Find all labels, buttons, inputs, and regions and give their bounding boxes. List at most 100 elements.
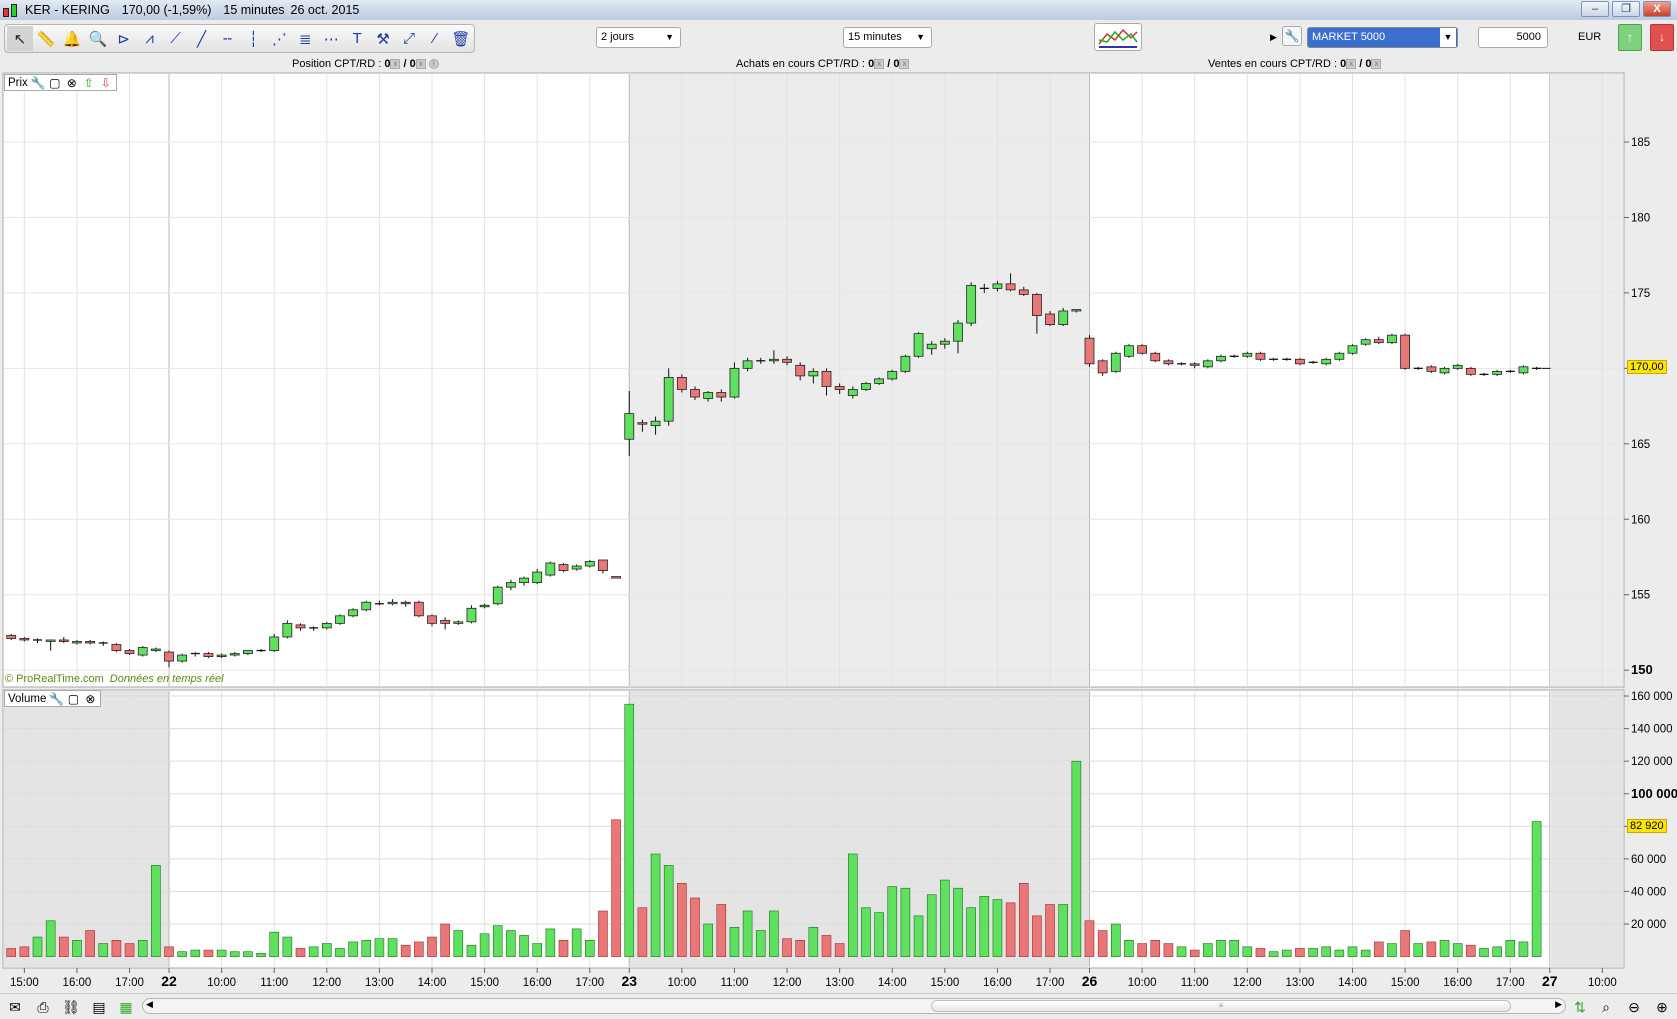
move-down-icon[interactable]: ⇩ (99, 76, 113, 90)
candle-up (874, 378, 884, 384)
print-icon[interactable]: ⎙ (33, 998, 53, 1016)
zoom-out-icon[interactable]: ⊖ (1624, 998, 1644, 1016)
candle-up (492, 586, 503, 605)
volume-bar (229, 951, 240, 957)
sell-orders-label: Ventes en cours CPT/RD : (1208, 58, 1337, 70)
mail-icon[interactable]: ✉ (5, 998, 25, 1016)
watermark: © ProRealTime.com Données en temps réel (5, 673, 224, 685)
time-axis-label: 14:00 (1338, 977, 1367, 989)
volume-bar (506, 930, 516, 957)
volume-bar (348, 941, 358, 957)
candle-up (532, 571, 543, 584)
tool-line-icon[interactable]: ╱ (189, 26, 215, 51)
tool-delete-icon[interactable]: 🗑 (448, 26, 474, 51)
autoscale-icon[interactable]: ⇅ (1570, 998, 1590, 1016)
time-axis-label: 14:00 (878, 977, 907, 989)
candle-down (400, 601, 411, 605)
candle-down (795, 364, 806, 377)
close-circle-icon[interactable]: ⊗ (83, 692, 97, 706)
volume-bar (953, 887, 963, 957)
chart-area[interactable]: 15:00 16:00 17:00 22 10:00 11:00 12:00 13:00 14:… (0, 0, 1677, 1019)
close-icon[interactable]: x (899, 59, 910, 70)
quantity-input[interactable]: 5000 (1478, 27, 1548, 48)
period-select[interactable]: 2 jours ▼ (596, 27, 681, 48)
tool-text-icon[interactable]: T (344, 26, 370, 51)
buy-button[interactable]: ↑ (1618, 24, 1642, 51)
volume-bar (1071, 760, 1082, 957)
zoom-fit-icon[interactable]: ⌕ (1596, 998, 1616, 1016)
scroll-left-icon[interactable]: ◀ (146, 999, 153, 1010)
volume-bar (650, 853, 661, 957)
tool-triangle-pattern-icon[interactable]: ⊳ (111, 26, 137, 51)
scrollbar-thumb[interactable]: ≡ (931, 1000, 1511, 1012)
tool-ruler-icon[interactable]: 📏 (33, 26, 59, 51)
candle-down (637, 422, 648, 425)
volume-bar (1005, 902, 1016, 957)
volume-bar (1032, 915, 1042, 957)
move-up-icon[interactable]: ⇧ (82, 76, 96, 90)
close-button[interactable]: X (1643, 1, 1671, 17)
volume-pane-header: Volume 🔧 ▢ ⊗ (4, 690, 102, 707)
tool-segment-icon[interactable]: ⟋ (163, 26, 189, 51)
close-icon[interactable]: x (874, 59, 885, 70)
time-axis-label: 13:00 (825, 977, 854, 989)
info-icon[interactable]: i (428, 59, 439, 70)
zoom-in-icon[interactable]: ⊕ (1652, 998, 1672, 1016)
volume-axis-label: 40 000 (1631, 886, 1666, 898)
close-icon[interactable]: x (1346, 59, 1357, 70)
save-icon[interactable]: ▤ (89, 998, 109, 1016)
candle-up (769, 358, 779, 362)
tool-pencil-icon[interactable]: ⁄ (422, 26, 448, 51)
tool-zoom-icon[interactable]: 🔍 (85, 26, 111, 51)
volume-bar (545, 928, 556, 957)
volume-bar (1295, 948, 1305, 957)
candle-up (229, 653, 240, 656)
tool-vertical-line-icon[interactable]: ┆ (240, 26, 266, 51)
candle-up (387, 601, 398, 605)
link-icon[interactable]: ⛓ (61, 998, 81, 1016)
candle-down (1373, 339, 1384, 344)
volume-bar (1452, 943, 1463, 957)
volume-bar (111, 940, 122, 957)
candle-up (913, 333, 924, 357)
wrench-icon[interactable]: 🔧 (31, 76, 46, 90)
tool-fibonacci-icon[interactable]: ≣ (292, 26, 318, 51)
sell-button[interactable]: ↓ (1650, 24, 1674, 51)
close-circle-icon[interactable]: ⊗ (65, 76, 79, 90)
window-icon[interactable]: ▢ (66, 692, 80, 706)
candle-up (703, 392, 714, 399)
tool-fan-icon[interactable]: ⋰ (266, 26, 292, 51)
wrench-icon[interactable]: 🔧 (49, 692, 64, 706)
close-icon[interactable]: x (415, 59, 426, 70)
order-settings-button[interactable]: 🔧 (1282, 26, 1302, 46)
time-axis-label: 16:00 (1443, 977, 1472, 989)
tool-tools-icon[interactable]: ⚒ (370, 26, 396, 51)
interval-select[interactable]: 15 minutes ▼ (843, 27, 932, 48)
time-scrollbar[interactable]: ◀ ≡ ▶ (142, 998, 1566, 1014)
tool-pointer-icon[interactable]: ↖ (7, 26, 33, 51)
tool-parallel-icon[interactable]: ⤢ (396, 26, 422, 51)
time-axis-label: 11:00 (260, 977, 288, 989)
close-icon[interactable]: x (390, 59, 401, 70)
tool-regression-icon[interactable]: ⋯ (318, 26, 344, 51)
candle-up (992, 283, 1003, 289)
restore-button[interactable]: ❐ (1612, 1, 1640, 17)
scroll-right-icon[interactable]: ▶ (1555, 999, 1562, 1010)
arrow-up-icon: ↑ (1627, 30, 1633, 44)
order-type-select[interactable]: MARKET 5000 ▼ (1307, 27, 1458, 48)
candle-down (124, 650, 135, 654)
volume-bar (308, 946, 319, 957)
candle-up (1387, 334, 1397, 344)
tool-channel-icon[interactable]: ⩘ (137, 26, 163, 51)
tool-horizontal-line-icon[interactable]: ╌ (215, 26, 241, 51)
minimize-button[interactable]: – (1581, 1, 1609, 17)
price-pane-header: Prix 🔧 ▢ ⊗ ⇧ ⇩ (4, 74, 117, 91)
tool-alert-bell-icon[interactable]: 🔔 (59, 26, 85, 51)
orderbook-icon[interactable]: ▦ (116, 998, 136, 1016)
close-icon[interactable]: x (1371, 59, 1382, 70)
volume-bar (926, 894, 937, 957)
window-icon[interactable]: ▢ (48, 76, 62, 90)
candle-up (216, 654, 227, 657)
expand-arrow-icon[interactable]: ▶ (1270, 32, 1277, 43)
indicator-chart-button[interactable] (1094, 23, 1142, 51)
